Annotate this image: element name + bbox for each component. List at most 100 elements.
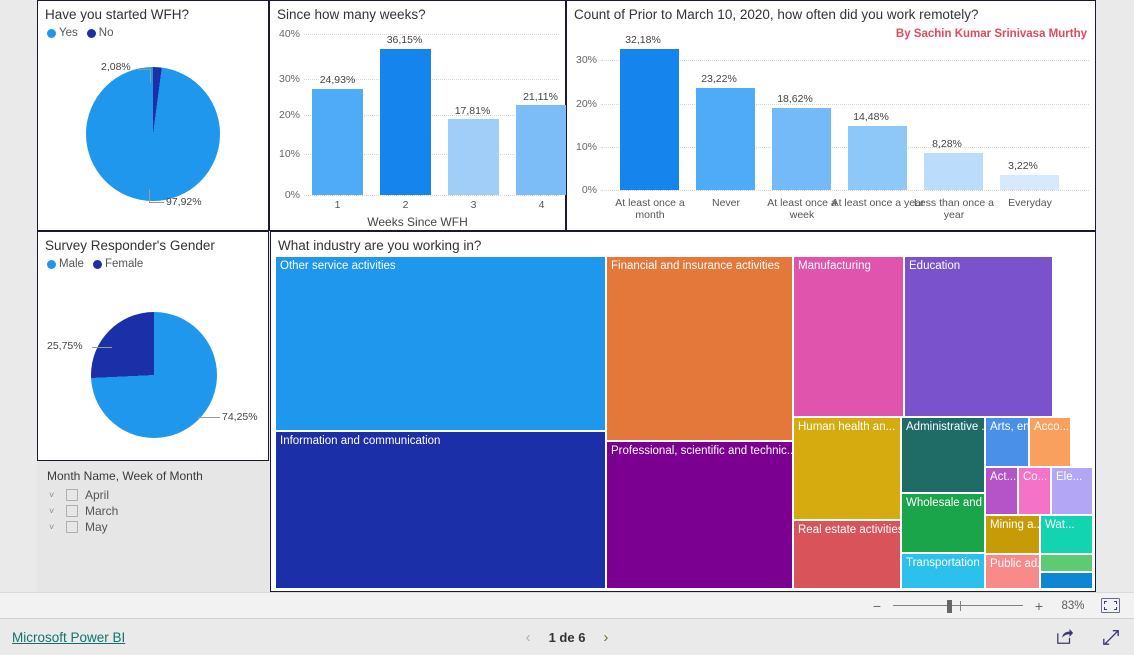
bar-remote-4[interactable] [848,126,907,190]
treemap-label-activities: Act... [990,471,1017,483]
gridline-remote-0 [601,190,1089,191]
treemap-tile-human-health[interactable]: Human health an... [793,417,901,520]
bar-value-remote-3: 18,62% [777,93,813,105]
visual-title-weeks: Since how many weeks? [277,7,426,22]
pie-leader-no [150,69,151,83]
ytick-remote-10: 10% [575,141,597,153]
slicer-month-name-week-of-month[interactable]: Month Name, Week of Month ˅ April ˅ Marc… [37,461,269,592]
zoom-in-button[interactable]: + [1033,598,1045,614]
pie-label-yes: 97,92% [166,196,202,208]
slicer-item-april[interactable]: ˅ April [37,487,269,503]
treemap-label-other-service-activities: Other service activities [280,260,396,272]
next-page-button[interactable]: › [603,629,608,646]
visual-have-you-started-wfh[interactable]: Have you started WFH? Yes No 2,08% 97,92… [37,0,269,231]
bar-value-remote-5: 8,28% [932,138,962,150]
pie-label-male: 74,25% [222,411,258,423]
bar-weeks-2[interactable] [380,49,431,195]
legend-wfh: Yes No [38,23,268,39]
treemap-label-financial-and-insurance-activities: Financial and insurance activities [611,260,780,272]
visual-survey-responders-gender[interactable]: Survey Responder's Gender Male Female 25… [37,231,269,461]
legend-item-no[interactable]: No [86,27,114,39]
ytick-remote-20: 20% [575,98,597,110]
bar-weeks-4[interactable] [516,105,567,195]
gridline-weeks-0 [304,195,559,196]
treemap-tile-financial-and-insurance-activities[interactable]: Financial and insurance activities [606,256,793,441]
zoom-out-button[interactable]: − [871,598,883,614]
treemap-tile-administrative[interactable]: Administrative ... [901,417,985,493]
legend-dot-yes [47,28,56,38]
treemap-tile-unlabeled-green[interactable] [1040,554,1093,572]
treemap-tile-information-and-communication[interactable]: Information and communication [275,431,606,589]
xtick-remote-6: Everyday [1008,197,1052,209]
zoom-slider[interactable] [893,599,1023,613]
treemap-tile-construction[interactable]: Co... [1018,467,1051,515]
bar-weeks-3[interactable] [448,119,499,195]
treemap-label-water-supply: Wat... [1045,519,1075,531]
zoom-slider-rail [893,604,1023,606]
chevron-down-icon-april[interactable]: ˅ [49,490,59,500]
share-icon[interactable] [1056,628,1074,646]
treemap-tile-education[interactable]: Education [904,256,1053,417]
checkbox-march[interactable] [66,505,78,517]
legend-label-no: No [98,27,114,39]
treemap-tile-electricity[interactable]: Ele... [1051,467,1093,515]
slicer-label-march: March [85,504,119,518]
visual-remote-work-frequency[interactable]: Count of Prior to March 10, 2020, how of… [566,0,1096,231]
bar-value-weeks-1: 24,93% [319,74,356,86]
xaxis-title-weeks: Weeks Since WFH [367,215,468,229]
previous-page-button[interactable]: ‹ [526,629,531,646]
treemap-label-transportation: Transportation ... [906,557,985,569]
bar-weeks-1[interactable] [312,89,363,195]
ytick-weeks-10: 10% [278,148,300,160]
visual-what-industry-are-you-working-in[interactable]: What industry are you working in? Other … [270,231,1096,592]
legend-item-female[interactable]: Female [92,258,143,270]
ytick-remote-30: 30% [575,54,597,66]
treemap-tile-professional-scientific-and-technical[interactable]: Professional, scientific and technic... [606,441,793,589]
bar-remote-2[interactable] [696,88,755,190]
treemap-tile-activities[interactable]: Act... [985,467,1018,515]
checkbox-april[interactable] [66,489,78,501]
chevron-down-icon-march[interactable]: ˅ [49,506,59,516]
checkbox-may[interactable] [66,521,78,533]
treemap-tile-real-estate-activities[interactable]: Real estate activities [793,520,901,589]
microsoft-power-bi-link[interactable]: Microsoft Power BI [12,630,125,645]
zoom-slider-thumb[interactable] [947,599,952,613]
slicer-title: Month Name, Week of Month [47,469,203,483]
treemap-tile-wholesale-and-retail[interactable]: Wholesale and r... [901,493,985,553]
visual-title-remote-freq: Count of Prior to March 10, 2020, how of… [574,7,979,22]
treemap-label-administrative: Administrative ... [906,421,985,433]
fullscreen-icon[interactable] [1102,628,1120,646]
treemap-tile-transportation[interactable]: Transportation ... [901,553,985,589]
treemap-tile-public-administration[interactable]: Public ad... [985,554,1040,589]
xtick-weeks-2: 2 [402,199,409,211]
treemap-tile-manufacturing[interactable]: Manufacturing [793,256,904,417]
treemap-industry[interactable]: Other service activities Information and… [275,256,1093,589]
slicer-item-may[interactable]: ˅ May [37,519,269,535]
legend-item-yes[interactable]: Yes [47,27,78,39]
treemap-tile-unlabeled-blue[interactable] [1040,572,1093,589]
treemap-tile-accommodation[interactable]: Acco... [1029,417,1071,467]
visual-since-how-many-weeks[interactable]: Since how many weeks? 40% 30% 20% 10% 0%… [269,0,567,231]
report-canvas: Have you started WFH? Yes No 2,08% 97,92… [0,0,1134,592]
treemap-label-human-health: Human health an... [798,421,896,433]
pie-slice-group-wfh [86,67,220,201]
fit-to-page-icon[interactable] [1101,598,1120,613]
bar-remote-6[interactable] [1000,175,1059,190]
treemap-tile-other-service-activities[interactable]: Other service activities [275,256,606,431]
bar-remote-5[interactable] [924,153,983,190]
pie-label-no: 2,08% [101,61,131,73]
treemap-tile-mining[interactable]: Mining a... [985,515,1040,554]
chevron-down-icon-may[interactable]: ˅ [49,522,59,532]
bar-remote-1[interactable] [620,49,679,190]
pie-leader-yes-h [149,202,164,203]
treemap-label-electricity: Ele... [1056,471,1083,483]
bar-value-remote-1: 32,18% [625,34,661,46]
bar-remote-3[interactable] [772,108,831,190]
visual-title-gender: Survey Responder's Gender [45,238,215,253]
treemap-tile-water-supply[interactable]: Wat... [1040,515,1093,554]
treemap-label-unlabeled-blue [1041,573,1092,575]
treemap-tile-arts-entertainment[interactable]: Arts, en... [985,417,1029,467]
slicer-item-march[interactable]: ˅ March [37,503,269,519]
legend-item-male[interactable]: Male [47,258,84,270]
ytick-weeks-20: 20% [278,109,300,121]
